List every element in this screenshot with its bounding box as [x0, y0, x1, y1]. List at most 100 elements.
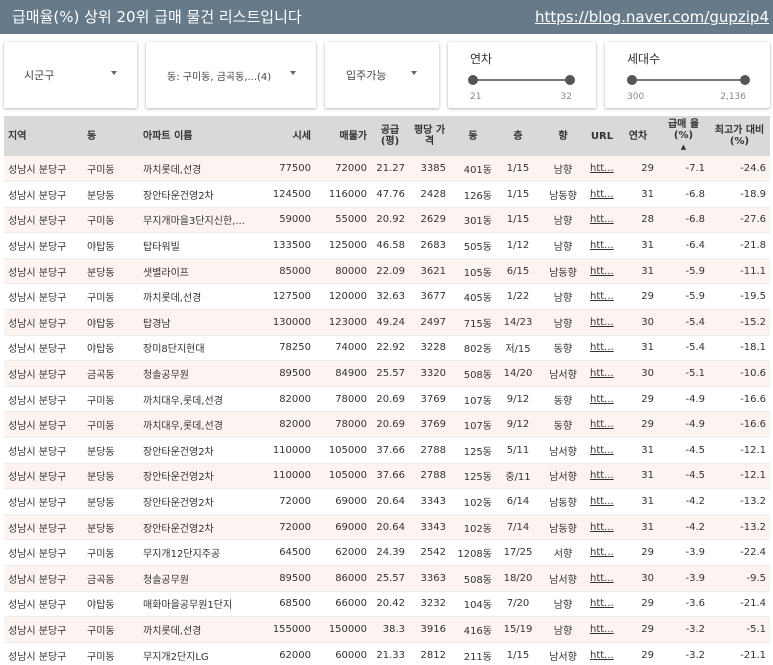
- cell-direction: 남서향: [540, 463, 586, 490]
- households-slider-track[interactable]: [631, 79, 746, 81]
- cell-dong: 분당동: [83, 437, 139, 464]
- cell-discount-rate: -4.2: [658, 514, 709, 541]
- sigungu-dropdown[interactable]: 시군구: [4, 42, 137, 108]
- table-row[interactable]: 성남시 분당구 구미동 무지개12단지주공 64500 62000 24.39 2542 12…: [4, 539, 770, 566]
- cell-url[interactable]: htt...: [586, 283, 618, 311]
- cell-url[interactable]: htt...: [586, 360, 618, 387]
- cell-url[interactable]: htt...: [586, 232, 618, 259]
- cell-market-price: 110000: [263, 437, 315, 464]
- cell-url[interactable]: htt...: [586, 616, 618, 643]
- cell-building: 125동: [450, 437, 496, 464]
- table-row[interactable]: 성남시 분당구 구미동 까치대우,롯데,선경 82000 78000 20.69 3769 1…: [4, 386, 770, 413]
- cell-apartment: 청솔공무원: [139, 565, 263, 592]
- column-header-age[interactable]: 연차: [618, 116, 658, 156]
- movein-dropdown-label: 입주가능: [346, 69, 387, 82]
- cell-discount-rate: -3.2: [658, 642, 709, 665]
- column-header-apartment[interactable]: 아파트 이름: [139, 116, 263, 156]
- cell-supply-pyeong: 37.66: [371, 463, 409, 490]
- cell-region: 성남시 분당구: [4, 309, 83, 336]
- cell-supply-pyeong: 20.64: [371, 488, 409, 515]
- cell-url[interactable]: htt...: [586, 591, 618, 618]
- listing-table-container[interactable]: 지역 동 아파트 이름 시세 매물가 공급 (평) 평당 가격 동 층 향 UR…: [4, 116, 770, 665]
- cell-direction: 남향: [540, 156, 586, 183]
- cell-dong: 구미동: [83, 283, 139, 311]
- households-slider-min-handle[interactable]: [627, 75, 637, 85]
- cell-discount-rate: -7.1: [658, 156, 709, 183]
- cell-supply-pyeong: 20.42: [371, 591, 409, 618]
- cell-url[interactable]: htt...: [586, 411, 618, 439]
- column-header-region[interactable]: 지역: [4, 116, 83, 156]
- column-header-building[interactable]: 동: [450, 116, 496, 156]
- year-slider-track[interactable]: [472, 79, 572, 81]
- table-row[interactable]: 성남시 분당구 구미동 까치롯데,선경 77500 72000 21.27 3385 401동…: [4, 156, 770, 183]
- cell-dong: 구미동: [83, 616, 139, 643]
- year-slider-max-handle[interactable]: [565, 75, 575, 85]
- column-header-discount-rate[interactable]: 급매 율(%) ▲: [658, 116, 709, 156]
- cell-price-per-pyeong: 3769: [409, 411, 450, 439]
- blog-link[interactable]: https://blog.naver.com/gupzip4: [535, 8, 769, 26]
- table-row[interactable]: 성남시 분당구 분당동 장안타운건영2차 124500 116000 47.76 2428 1…: [4, 181, 770, 208]
- column-header-market-price[interactable]: 시세: [263, 116, 315, 156]
- cell-url[interactable]: htt...: [586, 514, 618, 541]
- table-row[interactable]: 성남시 분당구 분당동 샛별라이프 85000 80000 22.09 3621 105동 6/…: [4, 258, 770, 285]
- cell-apartment: 장안타운건영2차: [139, 181, 263, 208]
- cell-floor: 6/15: [496, 258, 540, 285]
- column-header-price-per-pyeong[interactable]: 평당 가격: [409, 116, 450, 156]
- cell-url[interactable]: htt...: [586, 386, 618, 413]
- cell-direction: 남향: [540, 591, 586, 618]
- table-row[interactable]: 성남시 분당구 분당동 장안타운건영2차 72000 69000 20.64 3343 102…: [4, 488, 770, 515]
- table-row[interactable]: 성남시 분당구 금곡동 청솔공무원 89500 84900 25.57 3320 508동 14…: [4, 360, 770, 387]
- cell-url[interactable]: htt...: [586, 437, 618, 464]
- column-header-supply-pyeong[interactable]: 공급 (평): [371, 116, 409, 156]
- year-slider-min-handle[interactable]: [468, 75, 478, 85]
- table-row[interactable]: 성남시 분당구 분당동 장안타운건영2차 72000 69000 20.64 3343 102…: [4, 514, 770, 541]
- column-header-direction[interactable]: 향: [540, 116, 586, 156]
- cell-apartment: 장안타운건영2차: [139, 488, 263, 515]
- table-row[interactable]: 성남시 분당구 분당동 장안타운건영2차 110000 105000 37.66 2788 1…: [4, 463, 770, 490]
- table-row[interactable]: 성남시 분당구 야탑동 매화마을공무원1단지 68500 66000 20.42 3232 1…: [4, 591, 770, 618]
- cell-region: 성남시 분당구: [4, 642, 83, 665]
- table-row[interactable]: 성남시 분당구 야탑동 장미8단지현대 78250 74000 22.92 3228 802동…: [4, 335, 770, 362]
- dong-dropdown-label: 동: 구미동, 금곡동,...(4): [167, 72, 272, 83]
- cell-market-price: 130000: [263, 309, 315, 336]
- column-header-url[interactable]: URL: [586, 116, 618, 156]
- table-row[interactable]: 성남시 분당구 구미동 까치대우,롯데,선경 82000 78000 20.69 3769 1…: [4, 411, 770, 439]
- dong-dropdown[interactable]: 동: 구미동, 금곡동,...(4): [146, 42, 316, 108]
- cell-age: 29: [618, 156, 658, 183]
- cell-market-price: 77500: [263, 156, 315, 183]
- movein-dropdown[interactable]: 입주가능: [325, 42, 439, 108]
- table-row[interactable]: 성남시 분당구 구미동 까치롯데,선경 127500 120000 32.63 3677 40…: [4, 283, 770, 311]
- cell-url[interactable]: htt...: [586, 335, 618, 362]
- households-slider-max-handle[interactable]: [740, 75, 750, 85]
- cell-market-price: 133500: [263, 232, 315, 259]
- cell-url[interactable]: htt...: [586, 258, 618, 285]
- column-header-dong[interactable]: 동: [83, 116, 139, 156]
- column-header-vs-highest[interactable]: 최고가 대비(%): [709, 116, 770, 156]
- cell-price-per-pyeong: 2683: [409, 232, 450, 259]
- cell-price-per-pyeong: 3677: [409, 283, 450, 311]
- cell-apartment: 샛별라이프: [139, 258, 263, 285]
- cell-age: 29: [618, 616, 658, 643]
- cell-direction: 동향: [540, 411, 586, 439]
- cell-building: 401동: [450, 156, 496, 183]
- table-row[interactable]: 성남시 분당구 구미동 까치롯데,선경 155000 150000 38.3 3916 416…: [4, 616, 770, 643]
- table-row[interactable]: 성남시 분당구 금곡동 청솔공무원 89500 86000 25.57 3363 508동 18…: [4, 565, 770, 592]
- table-row[interactable]: 성남시 분당구 분당동 장안타운건영2차 110000 105000 37.66 2788 1…: [4, 437, 770, 464]
- column-header-listing-price[interactable]: 매물가: [315, 116, 371, 156]
- cell-url[interactable]: htt...: [586, 463, 618, 490]
- table-row[interactable]: 성남시 분당구 구미동 무지개2단지LG 62000 60000 21.33 2812 211…: [4, 642, 770, 665]
- cell-url[interactable]: htt...: [586, 565, 618, 592]
- cell-url[interactable]: htt...: [586, 642, 618, 665]
- table-row[interactable]: 성남시 분당구 야탑동 탑타워빌 133500 125000 46.58 2683 505동 1…: [4, 232, 770, 259]
- cell-discount-rate: -3.6: [658, 591, 709, 618]
- cell-price-per-pyeong: 2542: [409, 539, 450, 566]
- column-header-floor[interactable]: 층: [496, 116, 540, 156]
- table-row[interactable]: 성남시 분당구 구미동 무지개마을3단지신한,... 59000 55000 20.92 2…: [4, 207, 770, 234]
- cell-url[interactable]: htt...: [586, 488, 618, 515]
- cell-url[interactable]: htt...: [586, 207, 618, 234]
- cell-url[interactable]: htt...: [586, 539, 618, 566]
- table-row[interactable]: 성남시 분당구 야탑동 탑경남 130000 123000 49.24 2497 715동 14…: [4, 309, 770, 336]
- cell-url[interactable]: htt...: [586, 181, 618, 208]
- cell-url[interactable]: htt...: [586, 156, 618, 183]
- cell-url[interactable]: htt...: [586, 309, 618, 336]
